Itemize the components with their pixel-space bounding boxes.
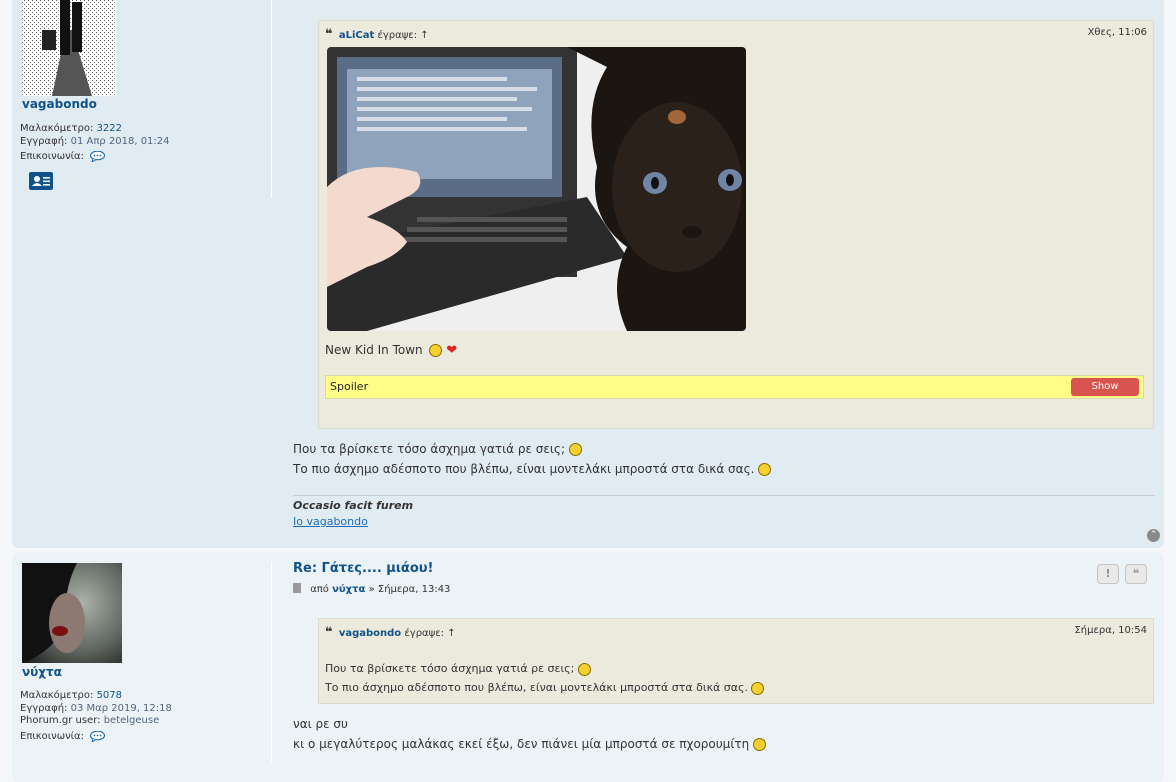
post-body-line: Που τα βρίσκετε τόσο άσχημα γατιά ρε σει… [293, 439, 771, 459]
quote-button[interactable]: ❝ [1125, 564, 1147, 584]
back-to-top-icon[interactable]: ⌃ [1147, 529, 1160, 542]
byline-username[interactable]: νύχτα [332, 584, 365, 595]
quote-line: Το πιο άσχημο αδέσποτο που βλέπω, είναι … [325, 678, 765, 697]
author-karma: Μαλακόμετρο: 5078 [20, 689, 122, 702]
contact-label: Επικοινωνία: [20, 731, 85, 742]
chat-bubble-icon[interactable] [90, 150, 106, 163]
profile-divider [271, 562, 272, 762]
avatar[interactable] [22, 0, 116, 96]
post-body: ναι ρε συ κι ο μεγαλύτερος μαλάκας εκεί … [293, 714, 767, 754]
phorum-label: Phorum.gr user: [20, 715, 101, 726]
profile-divider [271, 0, 272, 198]
joined-value: 03 Μαρ 2019, 12:18 [70, 703, 172, 714]
author-contact: Επικοινωνία: [20, 730, 106, 743]
quote-header: ❝ vagabondo έγραψε: ↑ [325, 625, 456, 640]
spoiler-label: Spoiler [330, 380, 369, 393]
quote-date: Χθες, 11:06 [1087, 27, 1147, 38]
quote-jump-link[interactable]: ↑ [420, 30, 428, 41]
joined-label: Εγγραφή: [20, 703, 68, 714]
quote-block: ❝ vagabondo έγραψε: ↑ Σήμερα, 10:54 Που … [318, 618, 1154, 704]
byline-time: » Σήμερα, 13:43 [368, 584, 451, 595]
rolling-eyes-smiley-icon [577, 662, 591, 676]
joined-label: Εγγραφή: [20, 136, 68, 147]
grin-smiley-icon [429, 344, 443, 357]
karma-value[interactable]: 3222 [97, 123, 122, 134]
heart-icon: ❤ [446, 343, 458, 358]
post-vagabondo: vagabondo Μαλακόμετρο: 3222 Εγγραφή: 01 … [12, 0, 1164, 548]
laughing-smiley-icon [758, 463, 772, 476]
quote-author[interactable]: aLiCat [339, 30, 374, 41]
quote-jump-link[interactable]: ↑ [447, 628, 455, 639]
spoiler-show-button[interactable]: Show [1071, 378, 1139, 396]
post-byline: από νύχτα » Σήμερα, 13:43 [293, 583, 450, 595]
quote-author[interactable]: vagabondo [339, 628, 401, 639]
author-username[interactable]: νύχτα [22, 665, 62, 679]
chat-bubble-icon[interactable] [90, 730, 106, 743]
contact-label: Επικοινωνία: [20, 151, 85, 162]
avatar[interactable] [22, 563, 122, 663]
post-body-line: ναι ρε συ [293, 717, 348, 731]
quote-caption-row: New Kid In Town ❤ [325, 343, 457, 358]
post-body-line: Το πιο άσχημο αδέσποτο που βλέπω, είναι … [293, 459, 772, 479]
contact-card-icon[interactable] [29, 172, 53, 190]
karma-label: Μαλακόμετρο: [20, 690, 94, 701]
spoiler-bar: Spoiler Show [325, 375, 1144, 399]
signature-motto: Occasio facit furem [293, 499, 414, 512]
author-joined: Εγγραφή: 01 Απρ 2018, 01:24 [20, 135, 170, 148]
joined-value: 01 Απρ 2018, 01:24 [70, 136, 170, 147]
quote-date: Σήμερα, 10:54 [1074, 625, 1147, 636]
quote-icon: ❝ [325, 625, 333, 640]
quote-header: ❝ aLiCat έγραψε: ↑ [325, 27, 429, 42]
post-body: Που τα βρίσκετε τόσο άσχημα γατιά ρε σει… [293, 439, 772, 479]
author-contact: Επικοινωνία: [20, 150, 106, 163]
signature-divider [293, 495, 1155, 496]
quote-icon: ❝ [325, 27, 333, 42]
post-body-line: κι ο μεγαλύτερος μαλάκας εκεί έξω, δεν π… [293, 734, 767, 754]
quote-line: Που τα βρίσκετε τόσο άσχημα γατιά ρε σει… [325, 659, 764, 678]
report-button[interactable]: ! [1097, 564, 1119, 584]
phorum-value: betelgeuse [103, 715, 160, 726]
kitten-photo[interactable] [327, 47, 746, 331]
byline-prefix: από [310, 584, 329, 595]
quote-wrote-label: έγραψε: [404, 628, 445, 639]
whistling-smiley-icon [753, 738, 767, 751]
author-phorum: Phorum.gr user: betelgeuse [20, 714, 159, 727]
quote-block: ❝ aLiCat έγραψε: ↑ Χθες, 11:06 New Kid I… [318, 20, 1154, 429]
post-nychta: νύχτα Μαλακόμετρο: 5078 Εγγραφή: 03 Μαρ … [12, 552, 1164, 782]
karma-label: Μαλακόμετρο: [20, 123, 94, 134]
quote-caption: New Kid In Town [325, 343, 423, 357]
signature-link[interactable]: Io vagabondo [293, 515, 368, 528]
karma-value[interactable]: 5078 [97, 690, 122, 701]
post-file-icon [293, 583, 301, 593]
quote-wrote-label: έγραψε: [377, 30, 418, 41]
post-title[interactable]: Re: Γάτες.... μιάου! [293, 561, 434, 576]
laughing-smiley-icon [751, 681, 765, 695]
author-username[interactable]: vagabondo [22, 97, 97, 111]
author-karma: Μαλακόμετρο: 3222 [20, 122, 122, 135]
rolling-eyes-smiley-icon [568, 443, 582, 456]
quote-text: Που τα βρίσκετε τόσο άσχημα γατιά ρε σει… [325, 659, 765, 697]
